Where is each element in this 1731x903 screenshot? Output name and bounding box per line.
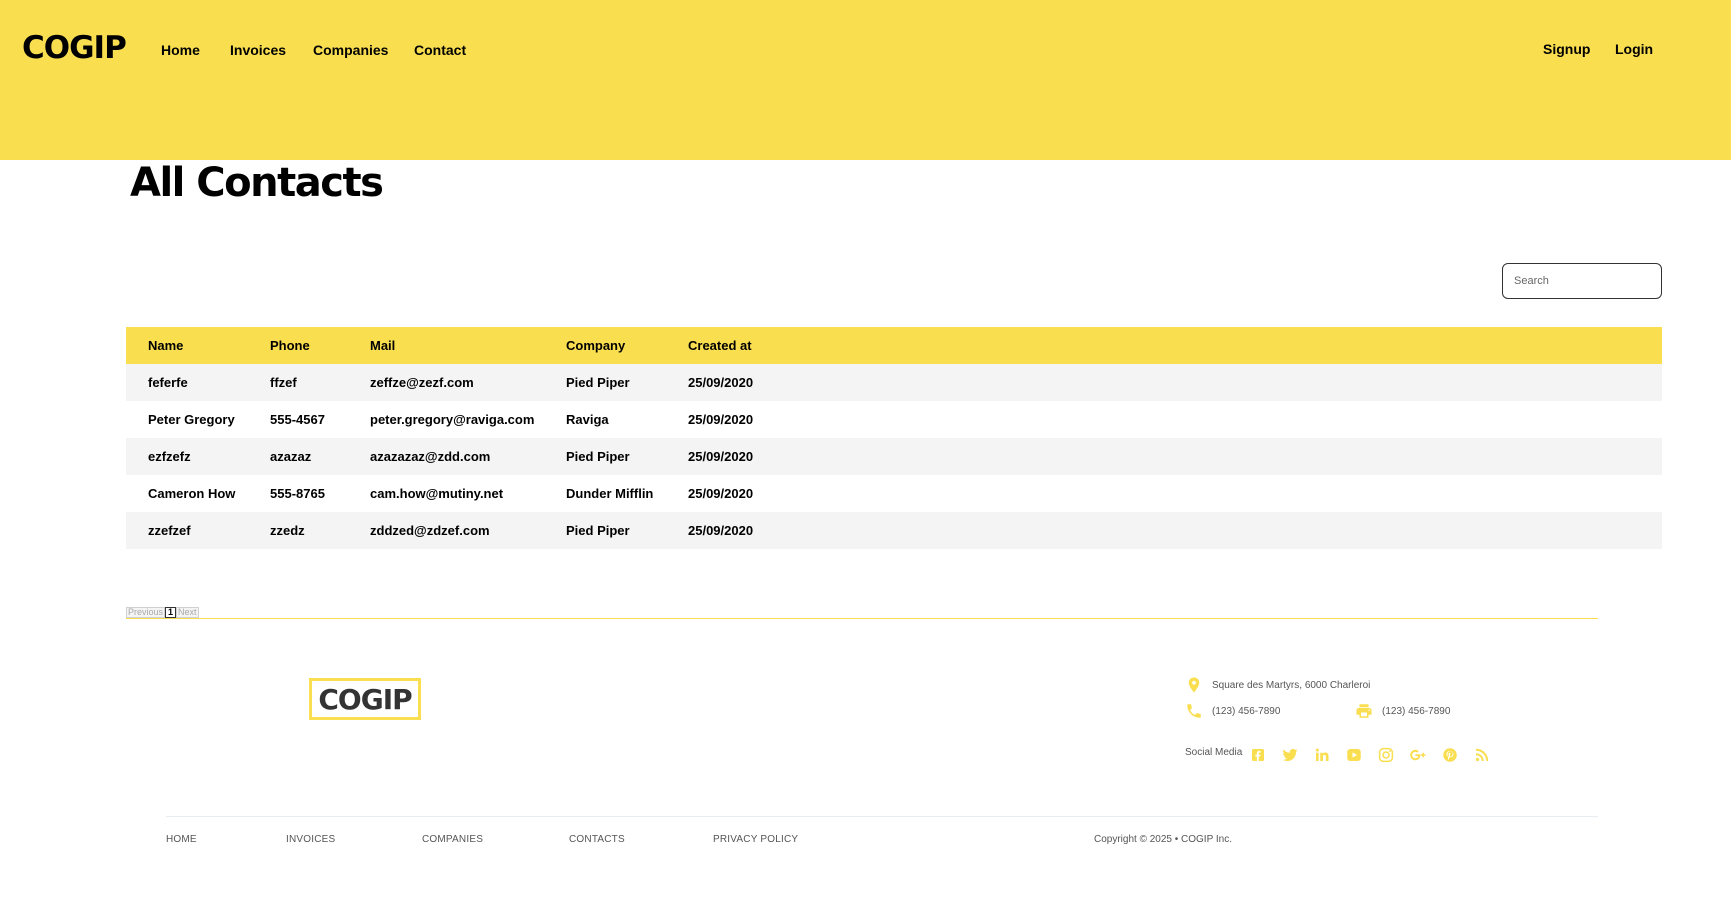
column-header-created-at[interactable]: Created at xyxy=(688,327,752,364)
contact-company: Dunder Mifflin xyxy=(566,486,654,501)
login-link[interactable]: Login xyxy=(1615,41,1653,57)
footer-link-home[interactable]: HOME xyxy=(166,834,197,845)
instagram-icon[interactable] xyxy=(1377,745,1409,765)
social-media-label: Social Media xyxy=(1185,747,1243,758)
divider xyxy=(126,618,1598,619)
contact-company: Raviga xyxy=(566,412,609,427)
address-text: Square des Martyrs, 6000 Charleroi xyxy=(1212,679,1371,691)
column-header-mail[interactable]: Mail xyxy=(370,327,395,364)
page-number-button[interactable]: 1 xyxy=(165,606,177,618)
previous-page-button[interactable]: Previous xyxy=(126,606,166,618)
footer-logo: COGIP xyxy=(309,678,421,720)
page-title: All Contacts xyxy=(130,160,384,206)
google-plus-icon[interactable] xyxy=(1409,745,1441,765)
linkedin-icon[interactable] xyxy=(1313,745,1345,765)
contact-created-at: 25/09/2020 xyxy=(688,486,754,501)
contact-name: Peter Gregory xyxy=(148,412,235,427)
table-header: Name Phone Mail Company Created at xyxy=(126,327,1662,364)
phone-icon xyxy=(1187,704,1201,718)
footer-link-invoices[interactable]: INVOICES xyxy=(286,834,335,845)
footer-link-companies[interactable]: COMPANIES xyxy=(422,834,483,845)
contact-name: feferfe xyxy=(148,375,188,390)
column-header-company[interactable]: Company xyxy=(566,327,625,364)
contact-mail: azazazaz@zdd.com xyxy=(370,449,491,464)
contact-phone: azazaz xyxy=(270,449,312,464)
contact-mail: zeffze@zezf.com xyxy=(370,375,474,390)
printer-icon xyxy=(1356,704,1372,718)
phone-text[interactable]: (123) 456-7890 xyxy=(1212,706,1280,717)
table-row[interactable]: ezfzefz azazaz azazazaz@zdd.com Pied Pip… xyxy=(126,438,1662,475)
nav-contact[interactable]: Contact xyxy=(414,42,466,58)
contact-phone: 555-8765 xyxy=(270,486,325,501)
contact-created-at: 25/09/2020 xyxy=(688,449,754,464)
footer-link-contacts[interactable]: CONTACTS xyxy=(569,834,625,845)
contact-mail: cam.how@mutiny.net xyxy=(370,486,504,501)
table-row[interactable]: Peter Gregory 555-4567 peter.gregory@rav… xyxy=(126,401,1662,438)
next-page-button[interactable]: Next xyxy=(176,606,199,618)
contact-created-at: 25/09/2020 xyxy=(688,523,754,538)
contact-created-at: 25/09/2020 xyxy=(688,412,754,427)
social-links xyxy=(1249,745,1505,765)
nav-companies[interactable]: Companies xyxy=(313,42,388,58)
contact-phone: zzedz xyxy=(270,523,305,538)
nav-home[interactable]: Home xyxy=(161,42,200,58)
nav-invoices[interactable]: Invoices xyxy=(230,42,286,58)
footer-divider xyxy=(166,816,1598,817)
footer-fax: (123) 456-7890 xyxy=(1355,702,1450,720)
table-row[interactable]: Cameron How 555-8765 cam.how@mutiny.net … xyxy=(126,475,1662,512)
footer-phone: (123) 456-7890 xyxy=(1185,702,1280,720)
contact-name: zzefzef xyxy=(148,523,191,538)
pagination: Previous 1 Next xyxy=(126,606,199,618)
contact-company: Pied Piper xyxy=(566,449,630,464)
copyright-text: Copyright © 2025 • COGIP Inc. xyxy=(1094,834,1232,845)
column-header-phone[interactable]: Phone xyxy=(270,327,310,364)
footer-address: Square des Martyrs, 6000 Charleroi xyxy=(1185,676,1370,694)
signup-link[interactable]: Signup xyxy=(1543,41,1590,57)
contact-name: Cameron How xyxy=(148,486,236,501)
contact-company: Pied Piper xyxy=(566,523,630,538)
contact-name: ezfzefz xyxy=(148,449,191,464)
header: COGIP Home Invoices Companies Contact Si… xyxy=(0,0,1731,160)
youtube-icon[interactable] xyxy=(1345,745,1377,765)
table-row[interactable]: feferfe ffzef zeffze@zezf.com Pied Piper… xyxy=(126,364,1662,401)
contacts-table: Name Phone Mail Company Created at fefer… xyxy=(126,327,1662,549)
twitter-icon[interactable] xyxy=(1281,745,1313,765)
pinterest-icon[interactable] xyxy=(1441,745,1473,765)
table-row[interactable]: zzefzef zzedz zddzed@zdzef.com Pied Pipe… xyxy=(126,512,1662,549)
rss-icon[interactable] xyxy=(1473,745,1505,765)
location-pin-icon xyxy=(1188,677,1200,693)
column-header-name[interactable]: Name xyxy=(148,327,183,364)
contact-created-at: 25/09/2020 xyxy=(688,375,754,390)
brand-logo[interactable]: COGIP xyxy=(22,30,127,66)
contact-mail: zddzed@zdzef.com xyxy=(370,523,490,538)
contact-phone: ffzef xyxy=(270,375,297,390)
fax-text: (123) 456-7890 xyxy=(1382,705,1451,717)
contact-phone: 555-4567 xyxy=(270,412,325,427)
contact-mail: peter.gregory@raviga.com xyxy=(370,412,535,427)
search-input[interactable] xyxy=(1502,263,1662,299)
contact-company: Pied Piper xyxy=(566,375,630,390)
facebook-icon[interactable] xyxy=(1249,745,1281,765)
footer-link-privacy-policy[interactable]: PRIVACY POLICY xyxy=(713,834,798,845)
